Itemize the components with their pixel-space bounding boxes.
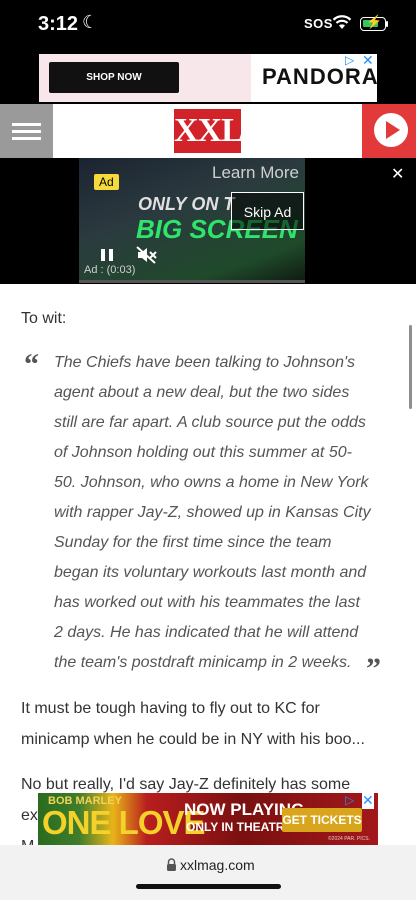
close-ad-icon[interactable]: ✕ — [362, 792, 374, 809]
url-text[interactable]: xxlmag.com — [180, 857, 255, 873]
quote-line: agent about a new deal, but the two side… — [54, 384, 350, 401]
paragraph-line: M — [21, 831, 34, 845]
ad-timer: Ad : (0:03) — [84, 264, 136, 276]
video-ad-text-top: ONLY ON T — [138, 194, 235, 214]
adchoices-icon[interactable]: ▷ — [345, 793, 354, 807]
moon-icon: ☾ — [82, 12, 99, 32]
paragraph-line: minicamp when he could be in NY with his… — [21, 731, 365, 748]
quote-line: The Chiefs have been talking to Johnson'… — [54, 354, 356, 371]
paragraph-line: ex — [21, 807, 38, 824]
mute-icon[interactable] — [136, 246, 158, 264]
shop-now-button[interactable]: SHOP NOW — [49, 62, 179, 93]
quote-line: still are far apart. A club source put t… — [54, 414, 366, 431]
scrollbar[interactable] — [409, 325, 412, 409]
menu-bar — [12, 123, 41, 126]
menu-bar — [12, 137, 41, 140]
quote-line: Sunday for the first time since the team — [54, 534, 332, 551]
battery-cap — [386, 21, 388, 27]
intro-text: To wit: — [21, 310, 67, 327]
ad-fine-print: ©2024 PAR. PICS. — [328, 836, 370, 842]
close-video-icon[interactable]: ✕ — [391, 164, 404, 184]
open-quote-icon: “ — [24, 348, 39, 381]
battery-icon: ⚡ — [360, 14, 386, 31]
lock-icon — [167, 858, 176, 871]
ad-title: ONE LOVE — [42, 804, 206, 841]
paragraph-line: It must be tough having to fly out to KC… — [21, 700, 320, 717]
close-ad-icon[interactable]: ✕ — [362, 52, 374, 69]
quote-line: 50. Johnson, who owns a home in New York — [54, 474, 369, 491]
wifi-icon — [332, 15, 352, 29]
menu-bar — [12, 130, 41, 133]
quote-line: 2 days. He has indicated that he will at… — [54, 624, 359, 641]
quote-line: has worked out with his teammates the la… — [54, 594, 360, 611]
quote-line: with rapper Jay-Z, showed up in Kansas C… — [54, 504, 371, 521]
home-indicator[interactable] — [136, 884, 281, 889]
status-time: 3:12 — [38, 13, 79, 35]
sos-indicator: SOS — [304, 16, 333, 31]
quote-line: of Johnson holding out this summer at 50… — [54, 444, 352, 461]
xxl-logo[interactable]: XXL — [174, 109, 244, 153]
skip-ad-button[interactable]: Skip Ad — [231, 192, 304, 230]
close-quote-icon: ” — [366, 652, 381, 685]
pause-icon[interactable] — [100, 248, 114, 262]
play-icon — [386, 121, 400, 139]
quote-line: the team's postdraft minicamp in 2 weeks… — [54, 654, 352, 671]
video-progress-bar — [79, 280, 305, 283]
quote-line: began its voluntary workouts last month … — [54, 564, 367, 581]
adchoices-icon[interactable]: ▷ — [345, 53, 354, 67]
get-tickets-button[interactable]: GET TICKETS — [282, 808, 362, 832]
learn-more-link[interactable]: Learn More — [212, 163, 299, 183]
ad-badge: Ad — [94, 174, 119, 190]
menu-button[interactable] — [0, 104, 53, 158]
